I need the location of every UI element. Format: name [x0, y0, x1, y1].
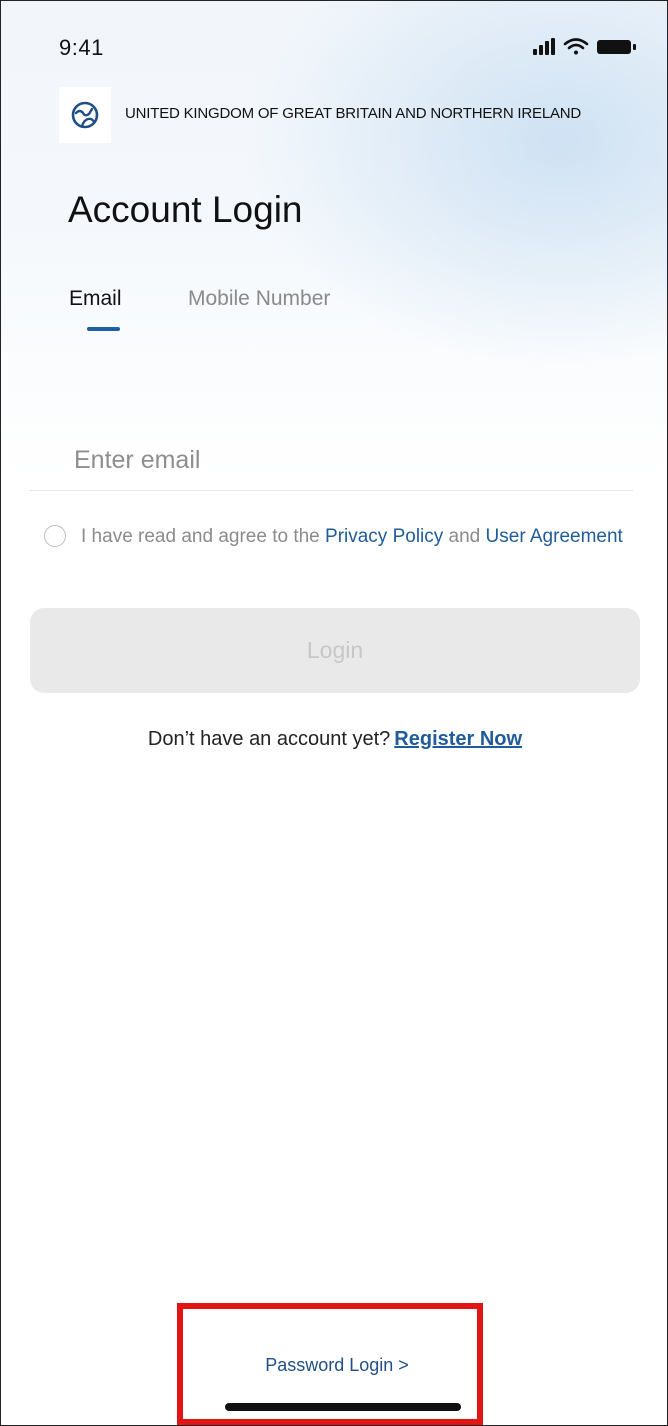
status-icons: [533, 37, 643, 57]
wifi-icon: [563, 38, 589, 55]
user-agreement-link[interactable]: User Agreement: [486, 526, 623, 547]
register-prompt: Don’t have an account yet?: [147, 728, 391, 750]
active-tab-indicator: [87, 327, 120, 331]
login-button[interactable]: Login: [30, 608, 640, 693]
tab-email[interactable]: Email: [69, 287, 122, 311]
tab-mobile-number[interactable]: Mobile Number: [188, 287, 330, 311]
battery-icon: [597, 40, 636, 54]
agreement-text: I have read and agree to the Privacy Pol…: [81, 521, 641, 553]
password-login-link[interactable]: Password Login >: [1, 1355, 667, 1376]
region-label: UNITED KINGDOM OF GREAT BRITAIN AND NORT…: [125, 105, 582, 122]
home-indicator[interactable]: [225, 1403, 461, 1411]
globe-icon: [59, 87, 111, 143]
login-method-tabs: Email Mobile Number: [69, 287, 569, 337]
email-input[interactable]: [29, 431, 633, 491]
region-selector[interactable]: UNITED KINGDOM OF GREAT BRITAIN AND NORT…: [59, 87, 667, 143]
login-screen: 9:41 UNITED KINGDOM OF GREAT BRITAIN AND…: [0, 0, 668, 1426]
cellular-signal-icon: [533, 38, 555, 55]
register-row: Don’t have an account yet? Register Now: [1, 728, 667, 751]
agreement-prefix: I have read and agree to the: [81, 526, 326, 547]
agreement-middle: and: [443, 526, 486, 547]
agreement-checkbox[interactable]: [44, 525, 66, 547]
register-now-link[interactable]: Register Now: [394, 728, 522, 750]
status-time: 9:41: [59, 35, 104, 60]
privacy-policy-link[interactable]: Privacy Policy: [325, 526, 443, 547]
page-title: Account Login: [68, 189, 303, 230]
status-bar: 9:41: [1, 1, 667, 91]
